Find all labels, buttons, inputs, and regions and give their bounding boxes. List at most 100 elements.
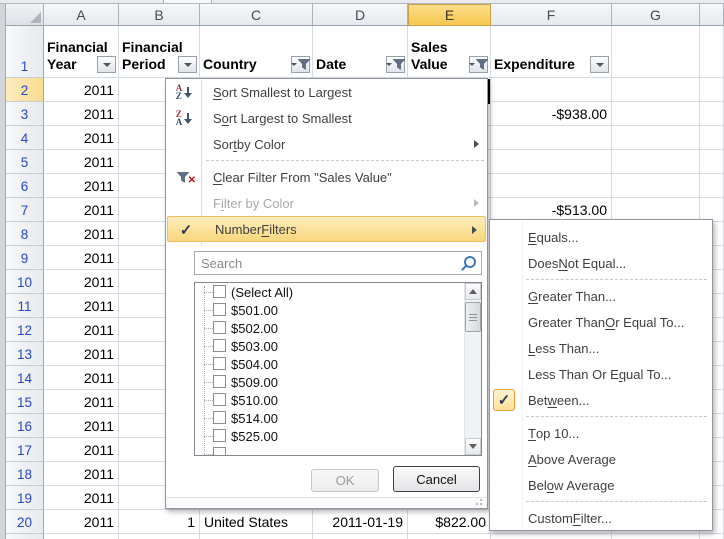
checkbox[interactable] <box>213 411 226 424</box>
cell-A21[interactable] <box>44 534 119 539</box>
cell-A6[interactable]: 2011 <box>44 174 119 198</box>
row-header-1[interactable]: 1 <box>6 26 44 78</box>
filter-value-510-00[interactable]: $510.00 <box>195 391 481 409</box>
header-cell-C1[interactable]: Country <box>200 26 313 78</box>
scroll-down-button[interactable] <box>465 438 481 455</box>
menu-item-sort-largest-to-smallest[interactable]: ZASort Largest to Smallest <box>166 105 487 131</box>
menu-item-sort-smallest-to-largest[interactable]: AZSort Smallest to Largest <box>166 79 487 105</box>
scrollbar-thumb[interactable] <box>465 302 481 332</box>
header-cell-B1[interactable]: FinancialPeriod <box>119 26 200 78</box>
header-cell-D1[interactable]: Date <box>313 26 408 78</box>
cell-A2[interactable]: 2011 <box>44 78 119 102</box>
cell-G21[interactable] <box>612 534 700 539</box>
row-header-18[interactable]: 18 <box>6 462 44 486</box>
filter-value-503-00[interactable]: $503.00 <box>195 337 481 355</box>
ok-button[interactable]: OK <box>311 469 379 492</box>
submenu-item-custom-filter[interactable]: Custom Filter... <box>490 505 712 531</box>
submenu-item-above-average[interactable]: Above Average <box>490 446 712 472</box>
cell-A10[interactable]: 2011 <box>44 270 119 294</box>
column-header-E[interactable]: E <box>408 4 491 26</box>
header-cell-E1[interactable]: SalesValue <box>408 26 491 78</box>
cell-A15[interactable]: 2011 <box>44 390 119 414</box>
checkbox[interactable] <box>213 447 226 456</box>
checkbox[interactable] <box>213 285 226 298</box>
column-header-partial[interactable] <box>700 4 724 26</box>
column-header-F[interactable]: F <box>491 4 612 26</box>
submenu-item-below-average[interactable]: Below Average <box>490 472 712 498</box>
cell-A19[interactable]: 2011 <box>44 486 119 510</box>
row-header-4[interactable]: 4 <box>6 126 44 150</box>
cell-A5[interactable]: 2011 <box>44 150 119 174</box>
cell-A16[interactable]: 2011 <box>44 414 119 438</box>
column-header-A[interactable]: A <box>44 4 119 26</box>
submenu-item-top-10[interactable]: Top 10... <box>490 420 712 446</box>
cell-A17[interactable]: 2011 <box>44 438 119 462</box>
row-header-2[interactable]: 2 <box>6 78 44 102</box>
filter-value-509-00[interactable]: $509.00 <box>195 373 481 391</box>
row-header-17[interactable]: 17 <box>6 438 44 462</box>
cell-A12[interactable]: 2011 <box>44 318 119 342</box>
cell-A3[interactable]: 2011 <box>44 102 119 126</box>
submenu-item-less-than[interactable]: Less Than... <box>490 335 712 361</box>
dropdown-resize-strip[interactable] <box>166 497 487 508</box>
cell-E20[interactable]: $822.00 <box>408 510 491 534</box>
column-header-G[interactable]: G <box>612 4 700 26</box>
row-header-8[interactable]: 8 <box>6 222 44 246</box>
cell-B21[interactable] <box>119 534 200 539</box>
checkbox[interactable] <box>213 339 226 352</box>
filter-value-501-00[interactable]: $501.00 <box>195 301 481 319</box>
cell-F2[interactable] <box>491 78 612 102</box>
filter-value-select-all[interactable]: (Select All) <box>195 283 481 301</box>
cell-H1[interactable] <box>700 26 724 78</box>
row-header-3[interactable]: 3 <box>6 102 44 126</box>
checkbox[interactable] <box>213 303 226 316</box>
checkbox[interactable] <box>213 321 226 334</box>
cell-A9[interactable]: 2011 <box>44 246 119 270</box>
header-cell-F1[interactable]: Expenditure <box>491 26 612 78</box>
cell-A14[interactable]: 2011 <box>44 366 119 390</box>
filter-value-partial[interactable] <box>195 445 481 456</box>
header-cell-A1[interactable]: FinancialYear <box>44 26 119 78</box>
dropdown-button-A[interactable] <box>97 56 116 73</box>
cell-C20[interactable]: United States <box>200 510 313 534</box>
row-header-21[interactable] <box>6 534 44 539</box>
cell-A7[interactable]: 2011 <box>44 198 119 222</box>
cell-F3[interactable]: -$938.00 <box>491 102 612 126</box>
menu-item-clear-filter-from-sales-value[interactable]: ✕Clear Filter From "Sales Value" <box>166 164 487 190</box>
row-header-20[interactable]: 20 <box>6 510 44 534</box>
submenu-item-less-than-or-equal-to[interactable]: Less Than Or Equal To... <box>490 361 712 387</box>
checkbox[interactable] <box>213 429 226 442</box>
submenu-item-equals[interactable]: Equals... <box>490 224 712 250</box>
submenu-item-greater-than[interactable]: Greater Than... <box>490 283 712 309</box>
row-header-13[interactable]: 13 <box>6 342 44 366</box>
row-header-7[interactable]: 7 <box>6 198 44 222</box>
cell-D21[interactable] <box>313 534 408 539</box>
menu-item-filter-by-color[interactable]: Filter by Color <box>166 190 487 216</box>
cell-G2[interactable] <box>612 78 700 102</box>
filter-button-E[interactable] <box>469 56 488 73</box>
cell-A18[interactable]: 2011 <box>44 462 119 486</box>
cell-C21[interactable] <box>200 534 313 539</box>
cell-G3[interactable] <box>612 102 700 126</box>
cell-F21[interactable] <box>491 534 612 539</box>
cell-H5[interactable] <box>700 150 724 174</box>
column-header-B[interactable]: B <box>119 4 200 26</box>
menu-item-sort-by-color[interactable]: Sort by Color <box>166 131 487 157</box>
cell-H4[interactable] <box>700 126 724 150</box>
checkbox[interactable] <box>213 357 226 370</box>
row-header-5[interactable]: 5 <box>6 150 44 174</box>
cell-H2[interactable] <box>700 78 724 102</box>
list-scrollbar[interactable] <box>464 283 481 455</box>
cell-H21[interactable] <box>700 534 724 539</box>
row-header-16[interactable]: 16 <box>6 414 44 438</box>
cell-F5[interactable] <box>491 150 612 174</box>
filter-value-525-00[interactable]: $525.00 <box>195 427 481 445</box>
checkbox[interactable] <box>213 375 226 388</box>
search-input[interactable] <box>194 251 482 275</box>
cell-A4[interactable]: 2011 <box>44 126 119 150</box>
row-header-12[interactable]: 12 <box>6 318 44 342</box>
menu-item-number-filters[interactable]: ✓Number Filters <box>167 216 486 242</box>
cell-A8[interactable]: 2011 <box>44 222 119 246</box>
row-header-14[interactable]: 14 <box>6 366 44 390</box>
cell-G5[interactable] <box>612 150 700 174</box>
